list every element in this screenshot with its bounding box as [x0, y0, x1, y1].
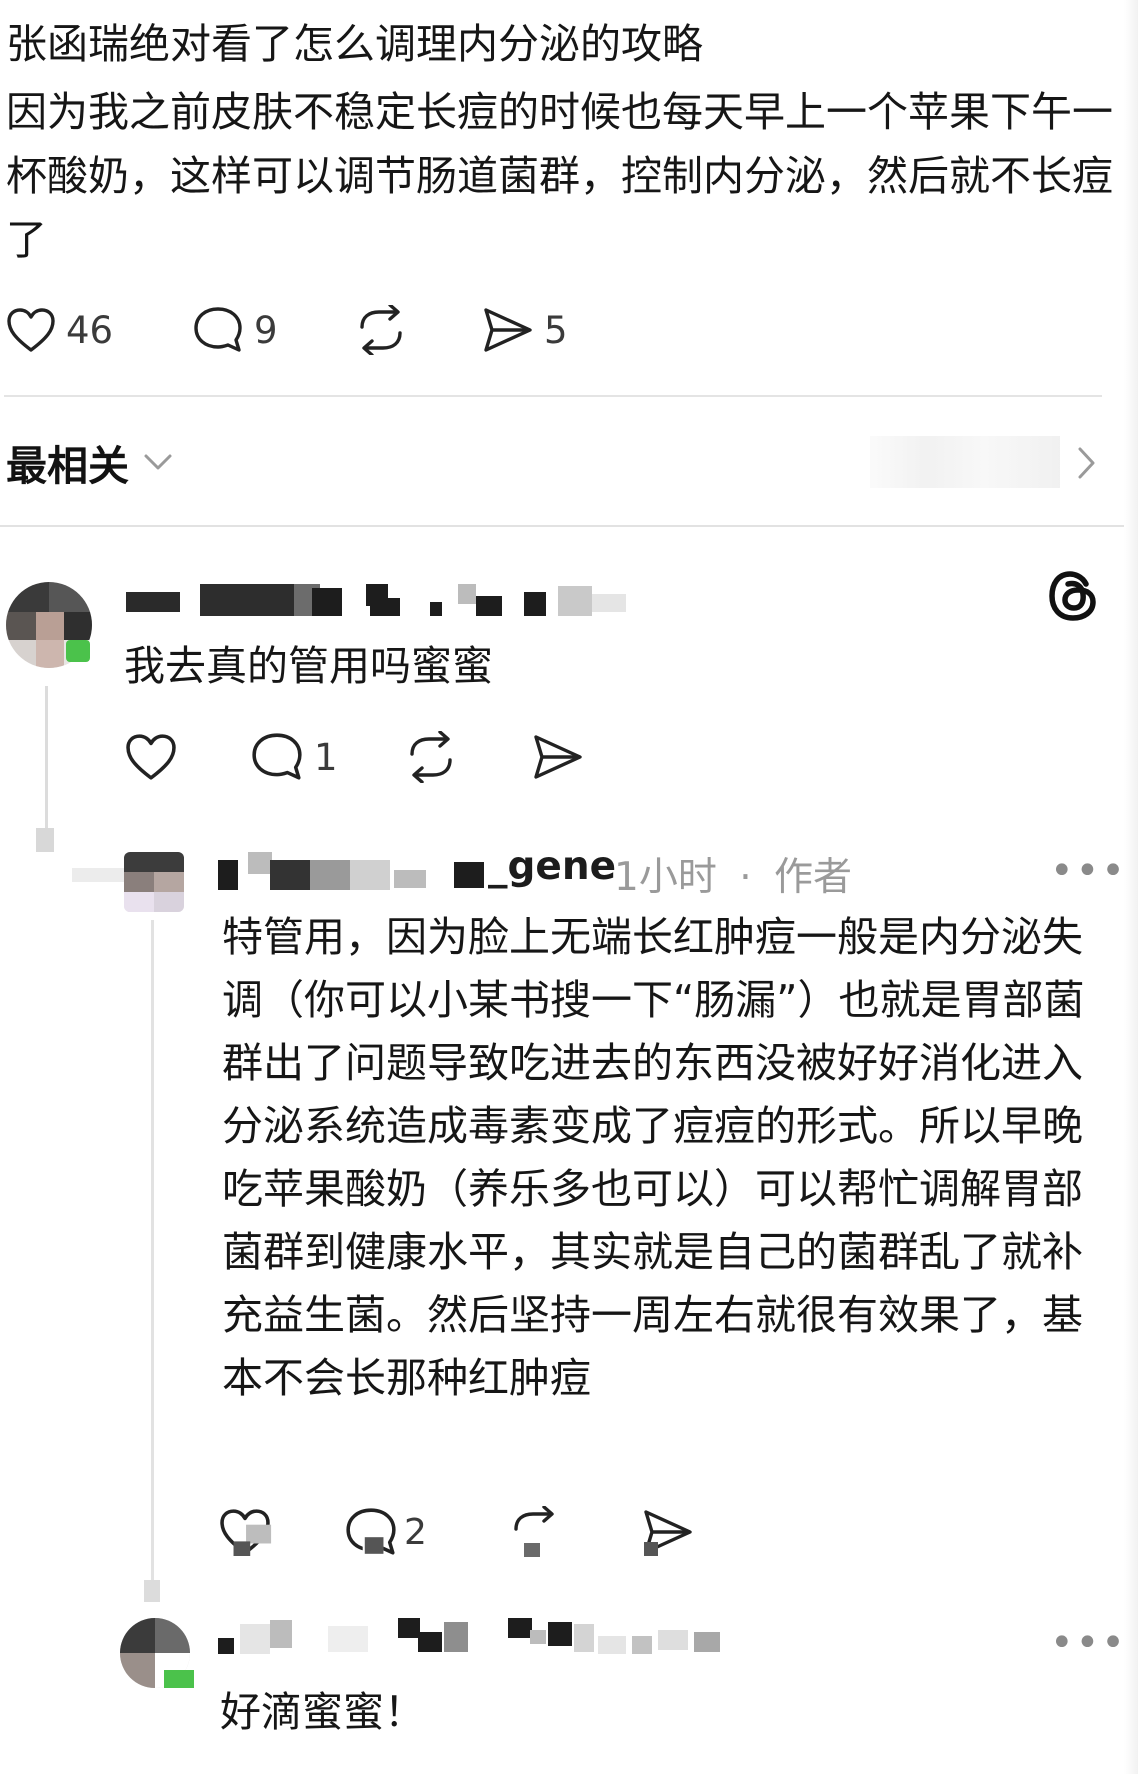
- repost-button[interactable]: [508, 1500, 562, 1564]
- comment-button[interactable]: 2: [344, 1500, 427, 1564]
- send-icon: [484, 308, 532, 352]
- repost-icon: [360, 305, 402, 355]
- comment-bubble-icon: [252, 733, 302, 780]
- more-options-button[interactable]: •••: [1050, 1620, 1127, 1666]
- share-button[interactable]: [642, 1500, 694, 1564]
- post-action-bar: 46 9 5: [0, 295, 1138, 365]
- heart-icon: [7, 308, 55, 352]
- online-badge: [66, 640, 90, 662]
- username-censored[interactable]: [126, 584, 626, 620]
- thread-line-end: [144, 1580, 160, 1602]
- comment-text: 我去真的管用吗蜜蜜: [124, 642, 493, 690]
- section-divider: [0, 525, 1130, 527]
- thread-connector: [72, 868, 132, 882]
- like-button[interactable]: 46: [6, 295, 113, 365]
- like-button[interactable]: [218, 1500, 272, 1564]
- more-options-button[interactable]: •••: [1050, 848, 1127, 894]
- repost-button[interactable]: [404, 722, 458, 792]
- share-count: 5: [544, 308, 568, 352]
- reply-count: 2: [404, 1511, 427, 1553]
- author-badge: 作者: [774, 855, 853, 900]
- online-badge: [164, 1670, 194, 1688]
- username-visible: _gene: [488, 844, 617, 889]
- comment-text: 好滴蜜蜜！: [220, 1688, 425, 1736]
- thread-line: [151, 920, 154, 1580]
- threads-logo-icon: [1049, 571, 1096, 621]
- sort-dropdown[interactable]: 最相关: [6, 432, 173, 492]
- sort-label: 最相关: [6, 442, 129, 490]
- repost-icon: [514, 1506, 554, 1557]
- share-button[interactable]: 5: [482, 295, 568, 365]
- post-title: 张函瑞绝对看了怎么调理内分泌的攻略: [6, 20, 703, 68]
- thread-line-end: [36, 828, 54, 852]
- like-count: 46: [66, 308, 114, 352]
- blurred-region: [870, 436, 1060, 488]
- heart-icon: [220, 1509, 272, 1556]
- reply-action-bar: 2: [218, 1500, 698, 1564]
- send-icon: [644, 1510, 692, 1556]
- avatar[interactable]: [124, 852, 184, 912]
- reply-count: 1: [314, 735, 338, 779]
- send-icon: [534, 735, 582, 779]
- heart-icon: [126, 734, 176, 780]
- username-censored[interactable]: [218, 1618, 758, 1658]
- post-divider: [4, 395, 1102, 397]
- repost-icon: [410, 731, 452, 783]
- like-button[interactable]: [124, 722, 178, 792]
- repost-button[interactable]: [354, 295, 408, 365]
- comment-bubble-icon: [194, 307, 242, 352]
- scroll-edge: [1124, 0, 1138, 1774]
- username-censored[interactable]: _gene: [218, 844, 616, 892]
- thread-line: [45, 686, 48, 831]
- comment-button[interactable]: 9: [192, 295, 278, 365]
- chevron-down-icon: [144, 454, 172, 470]
- post-body: 因为我之前皮肤不稳定长痘的时候也每天早上一个苹果下午一杯酸奶，这样可以调节肠道菌…: [6, 88, 1113, 264]
- comment-button[interactable]: 1: [250, 722, 338, 792]
- comment-bubble-icon: [346, 1508, 396, 1556]
- comment-action-bar: 1: [124, 722, 644, 792]
- timestamp: 1小时: [614, 855, 717, 900]
- reply-text: 特管用，因为脸上无端长红肿痘一般是内分泌失调（你可以小某书搜一下“肠漏”）也就是…: [222, 913, 1085, 1402]
- share-button[interactable]: [532, 722, 584, 792]
- chevron-right-icon[interactable]: [1076, 446, 1098, 480]
- meta-separator: ·: [739, 855, 752, 900]
- comment-count: 9: [254, 308, 278, 352]
- reply-meta: 1小时 · 作者: [614, 846, 852, 902]
